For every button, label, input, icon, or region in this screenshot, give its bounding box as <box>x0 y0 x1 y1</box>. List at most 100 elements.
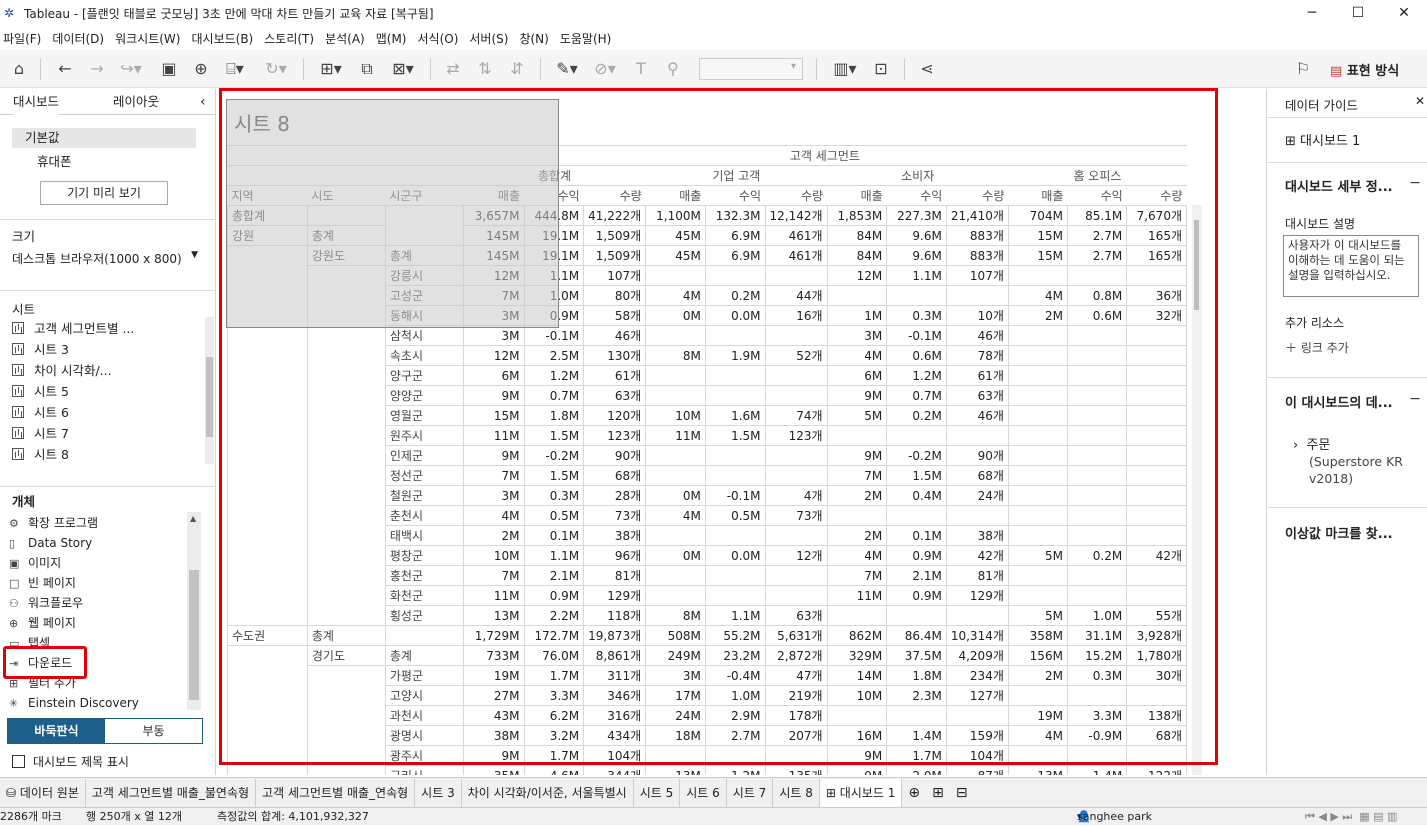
show-cards-icon[interactable]: ▥▾ <box>828 59 862 79</box>
sheet-tab[interactable]: 시트 7 <box>727 778 774 807</box>
floating-button[interactable]: 부동 <box>105 719 202 743</box>
sheet-tab[interactable]: 시트 5 <box>634 778 681 807</box>
object-item[interactable]: ⚇ 워크플로우 <box>9 593 83 613</box>
sheet-8-floating-overlay[interactable]: 시트 8 <box>226 99 559 328</box>
menu-item[interactable]: 스토리(T) <box>261 30 322 47</box>
show-me-button[interactable]: ▤ 표현 방식 <box>1330 60 1399 79</box>
maximize-button[interactable]: ☐ <box>1335 0 1381 26</box>
redo-icon[interactable]: → <box>86 59 108 79</box>
table-row[interactable]: 양구군 6M 1.2M 61개 6M 1.2M 61개 <box>227 365 1187 386</box>
object-item[interactable]: ▭ 탭섹 <box>9 633 50 653</box>
table-row[interactable]: 양양군 9M 0.7M 63개 9M 0.7M 63개 <box>227 385 1187 406</box>
object-item[interactable]: ▯ Data Story <box>9 533 92 553</box>
new-worksheet-tab-icon[interactable]: ⊕ <box>902 779 926 807</box>
pin-icon[interactable]: ⚲ <box>662 59 684 79</box>
tab-layout[interactable]: 레이아웃 <box>113 89 159 115</box>
sheet-tab[interactable]: 시트 8 <box>773 778 820 807</box>
table-row[interactable]: 태백시 2M 0.1M 38개 2M 0.1M 38개 <box>227 525 1187 546</box>
new-datasource-icon[interactable]: ⊕ <box>190 59 212 79</box>
object-item[interactable]: ✳ Einstein Discovery <box>9 693 139 713</box>
details-heading[interactable]: 대시보드 세부 정... <box>1285 176 1393 195</box>
pause-updates-icon[interactable]: ⌸▾ <box>220 59 250 79</box>
description-textarea[interactable]: 사용자가 이 대시보드를 이해하는 데 도움이 되는 설명을 입력하십시오. <box>1283 235 1419 297</box>
table-row[interactable]: 가평군 19M 1.7M 311개 3M -0.4M 47개 14M 1.8M 234개 2M 0.3… <box>227 665 1187 686</box>
checkbox-box[interactable] <box>12 755 25 768</box>
sheet-item[interactable]: 시트 6 <box>12 403 69 423</box>
duplicate-icon[interactable]: ⧉ <box>356 59 378 79</box>
collapse-details-icon[interactable]: − <box>1409 175 1421 191</box>
sheet-tab[interactable]: 차이 시각화/이서준, 서울특별시 <box>462 778 634 807</box>
collapse-data-icon[interactable]: − <box>1409 391 1421 407</box>
undo-icon[interactable]: ← <box>54 59 76 79</box>
table-row[interactable]: 고양시 27M 3.3M 346개 17M 1.0M 219개 10M 2.3M 127개 <box>227 685 1187 706</box>
device-preview-button[interactable]: 기기 미리 보기 <box>40 181 168 205</box>
share-icon[interactable]: ⋖ <box>916 59 938 79</box>
user-menu[interactable]: 👤 sanghee park ▾ <box>1077 808 1152 826</box>
tab-dashboard[interactable]: 대시보드 <box>13 89 60 115</box>
table-row[interactable]: 철원군 3M 0.3M 28개 0M -0.1M 4개 2M 0.4M 24개 <box>227 485 1187 506</box>
swap-icon[interactable]: ⇄ <box>442 59 464 79</box>
menu-item[interactable]: 워크시트(W) <box>112 30 188 47</box>
object-item[interactable]: ▣ 이미지 <box>9 553 61 573</box>
page-nav-icons[interactable]: ⏮ ◀ ▶ ⏭ ▦ ▤ ▥ <box>1305 808 1397 826</box>
object-item[interactable]: ⊞ 필터 추가 <box>9 673 76 693</box>
collapse-panel-icon[interactable]: ‹ <box>200 89 206 115</box>
table-row[interactable]: 인제군 9M -0.2M 90개 9M -0.2M 90개 <box>227 445 1187 466</box>
menu-item[interactable]: 서버(S) <box>466 30 516 47</box>
object-item[interactable]: ⇥ 다운로드 <box>9 653 72 673</box>
replay-icon[interactable]: ↪▾ <box>116 59 146 79</box>
sheet-item[interactable]: 시트 3 <box>12 340 69 360</box>
outlier-heading[interactable]: 이상값 마크를 찾... <box>1285 523 1393 542</box>
sheet-tab[interactable]: 시트 3 <box>415 778 462 807</box>
sort-ascending-icon[interactable]: ⇅ <box>474 59 496 79</box>
table-row[interactable]: 과천시 43M 6.2M 316개 24M 2.9M 178개 19M 3.3M 138개 <box>227 705 1187 726</box>
show-title-checkbox[interactable]: 대시보드 제목 표시 <box>12 753 129 770</box>
new-dashboard-tab-icon[interactable]: ⊞ <box>926 779 950 807</box>
size-dropdown[interactable]: 데스크톱 브라우저(1000 x 800) ▼ <box>12 250 198 267</box>
source-item[interactable]: › 주문 <box>1293 434 1330 453</box>
table-row[interactable]: 평창군 10M 1.1M 96개 0M 0.0M 12개 4M 0.9M 42개 5M 0.2M 42개 <box>227 545 1187 566</box>
table-row[interactable]: 춘천시 4M 0.5M 73개 4M 0.5M 73개 <box>227 505 1187 526</box>
clear-sheet-icon[interactable]: ⊠▾ <box>386 59 420 79</box>
sheet-item[interactable]: 시트 7 <box>12 424 69 444</box>
menu-item[interactable]: 분석(A) <box>322 30 373 47</box>
fit-dropdown[interactable] <box>699 58 803 80</box>
menu-item[interactable]: 창(N) <box>516 30 556 47</box>
crosstab-scrollbar[interactable] <box>1192 205 1202 775</box>
table-row[interactable]: 원주시 11M 1.5M 123개 11M 1.5M 123개 <box>227 425 1187 446</box>
table-row[interactable]: 구리시35M4.6M344개13M1.2M135개9M2.0M87개13M1.4… <box>227 765 1187 775</box>
sheets-scrollbar[interactable] <box>205 317 214 464</box>
sheet-tab[interactable]: 시트 6 <box>680 778 727 807</box>
table-row[interactable]: 화천군 11M 0.9M 129개 11M 0.9M 129개 <box>227 585 1187 606</box>
menu-item[interactable]: 대시보드(B) <box>188 30 261 47</box>
table-row[interactable]: 속초시 12M 2.5M 130개 8M 1.9M 52개 4M 0.6M 78개 <box>227 345 1187 366</box>
data-heading[interactable]: 이 대시보드의 데... <box>1285 392 1393 411</box>
sort-descending-icon[interactable]: ⇵ <box>506 59 528 79</box>
table-row[interactable]: 수도권 총계 1,729M 172.7M 19,873개 508M 55.2M 5,631개 8… <box>227 625 1187 646</box>
menu-item[interactable]: 서식(O) <box>415 30 467 47</box>
device-phone[interactable]: 휴대폰 <box>37 151 72 170</box>
add-link-button[interactable]: ＋ 링크 추가 <box>1285 339 1349 356</box>
object-item[interactable]: □ 빈 페이지 <box>9 573 76 593</box>
group-icon[interactable]: ⊘▾ <box>590 59 620 79</box>
presentation-icon[interactable]: ⊡ <box>870 59 892 79</box>
menu-item[interactable]: 맵(M) <box>373 30 415 47</box>
object-item[interactable]: ⚙ 확장 프로그램 <box>9 513 98 533</box>
table-row[interactable]: 횡성군 13M 2.2M 118개 8M 1.1M 63개 5M 1.0M 55개 <box>227 605 1187 626</box>
table-row[interactable]: 광주시 9M 1.7M 104개 9M 1.7M 104개 <box>227 745 1187 766</box>
object-item[interactable]: ⊕ 웹 페이지 <box>9 613 76 633</box>
table-row[interactable]: 삼척시 3M -0.1M 46개 3M -0.1M 46개 <box>227 325 1187 346</box>
refresh-icon[interactable]: ↻▾ <box>258 59 294 79</box>
sheet-tab[interactable]: ⊞ 대시보드 1 <box>819 778 903 807</box>
tiled-button[interactable]: 바둑판식 <box>8 719 105 743</box>
menu-item[interactable]: 파일(F) <box>0 30 49 47</box>
sheet-tab[interactable]: 고객 세그먼트별 매출_연속형 <box>256 778 416 807</box>
highlight-icon[interactable]: ✎▾ <box>552 59 582 79</box>
highlighter-icon[interactable]: ⚐ <box>1292 59 1314 79</box>
data-source-tab[interactable]: ⛁ 데이터 원본 <box>0 778 86 807</box>
new-worksheet-icon[interactable]: ⊞▾ <box>314 59 348 79</box>
table-row[interactable]: 광명시 38M 3.2M 434개 18M 2.7M 207개 16M 1.4M 159개 4M -0… <box>227 725 1187 746</box>
table-row[interactable]: 영월군 15M 1.8M 120개 10M 1.6M 74개 5M 0.2M 46개 <box>227 405 1187 426</box>
save-icon[interactable]: ▣ <box>158 59 180 79</box>
sheet-item[interactable]: 시트 8 <box>12 445 69 465</box>
